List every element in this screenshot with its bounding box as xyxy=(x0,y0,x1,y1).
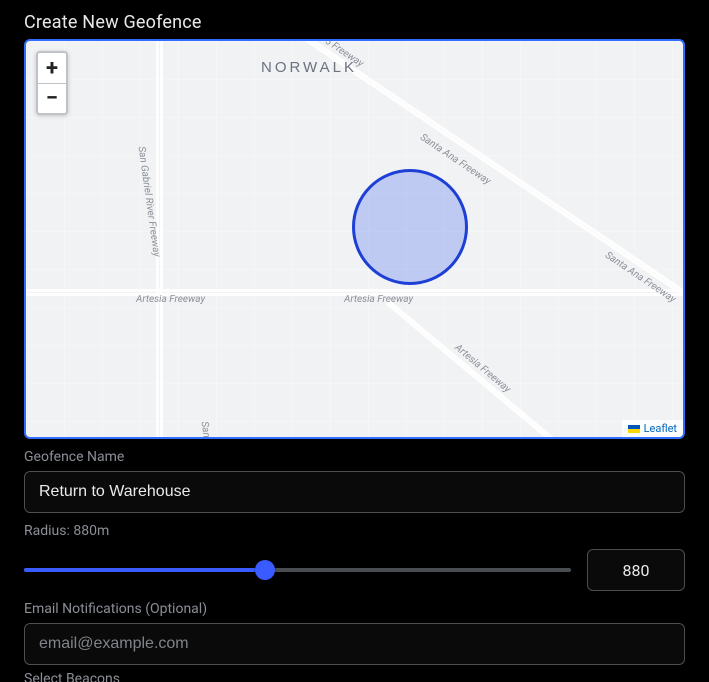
leaflet-link[interactable]: Leaflet xyxy=(644,422,677,435)
radius-value-box[interactable]: 880 xyxy=(587,549,685,591)
map-canvas[interactable]: San Gabriel River Freeway Artesia Freewa… xyxy=(24,39,685,439)
road-label: Artesia Freeway xyxy=(344,294,413,305)
slider-thumb[interactable] xyxy=(255,560,275,580)
zoom-control: + − xyxy=(36,51,68,115)
page-title: Create New Geofence xyxy=(24,12,685,33)
radius-label: Radius: 880m xyxy=(24,523,685,539)
road-label: Artesia Freeway xyxy=(136,294,205,305)
zoom-in-button[interactable]: + xyxy=(38,53,66,83)
flag-icon xyxy=(628,425,640,433)
radius-slider[interactable] xyxy=(24,555,571,585)
email-label: Email Notifications (Optional) xyxy=(24,601,685,617)
map-attribution: Leaflet xyxy=(622,420,683,437)
map-city-label: NORWALK xyxy=(261,59,357,76)
zoom-out-button[interactable]: − xyxy=(38,83,66,113)
geofence-name-input[interactable] xyxy=(24,471,685,513)
select-beacons-label: Select Beacons xyxy=(24,671,685,682)
road-label: San xyxy=(199,421,212,439)
geofence-circle[interactable] xyxy=(352,169,468,285)
email-input[interactable] xyxy=(24,623,685,665)
geofence-name-label: Geofence Name xyxy=(24,449,685,465)
slider-fill xyxy=(24,568,265,572)
